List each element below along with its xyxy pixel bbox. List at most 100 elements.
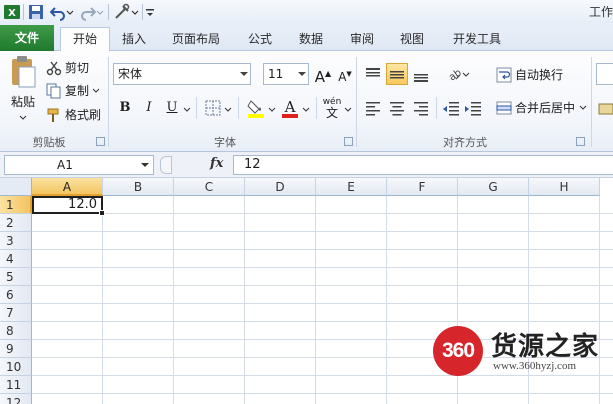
cell-a1[interactable]: 12.0 <box>32 196 103 214</box>
chevron-down-icon[interactable] <box>344 106 352 114</box>
row-header-12[interactable]: 12 <box>0 394 32 404</box>
tools-icon[interactable] <box>113 3 131 21</box>
chevron-down-icon[interactable] <box>462 71 470 79</box>
bold-button[interactable]: B <box>114 97 136 119</box>
row-header-2[interactable]: 2 <box>0 214 32 232</box>
save-icon[interactable] <box>28 3 44 21</box>
watermark-url: www.360hyzj.com <box>493 360 576 372</box>
underline-button[interactable]: U <box>161 97 183 119</box>
chevron-down-icon[interactable] <box>66 3 74 21</box>
grow-font-label: A <box>314 68 326 86</box>
column-header-f[interactable]: F <box>387 178 458 196</box>
row-header-8[interactable]: 8 <box>0 322 32 340</box>
increase-indent-icon[interactable] <box>464 101 482 117</box>
watermark: 360 货源之家 www.360hyzj.com <box>433 322 613 380</box>
row-header-4[interactable]: 4 <box>0 250 32 268</box>
column-header-a[interactable]: A <box>32 178 103 196</box>
column-header-d[interactable]: D <box>245 178 316 196</box>
phonetic-char-icon: 文 <box>325 106 338 120</box>
paste-label: 粘贴 <box>10 95 35 109</box>
format-painter-label: 格式刷 <box>65 108 102 122</box>
select-all-button[interactable] <box>0 178 32 196</box>
middle-align-button[interactable] <box>386 63 408 85</box>
grid-row-line <box>32 231 613 232</box>
copy-button[interactable]: 复制 <box>46 82 100 99</box>
grow-font-button[interactable]: A▲ <box>312 63 334 86</box>
row-header-5[interactable]: 5 <box>0 268 32 286</box>
grid-row-line <box>32 249 613 250</box>
chevron-down-icon[interactable] <box>96 3 104 21</box>
tab-page-layout[interactable]: 页面布局 <box>166 28 226 51</box>
svg-text:X: X <box>8 8 16 19</box>
divider <box>108 4 109 20</box>
font-color-icon[interactable]: A <box>281 98 299 118</box>
cut-button[interactable]: 剪切 <box>46 59 89 76</box>
merge-center-icon <box>496 101 512 114</box>
format-painter-button[interactable]: 格式刷 <box>46 106 101 123</box>
chevron-down-icon[interactable] <box>224 106 232 114</box>
tab-review[interactable]: 审阅 <box>344 28 380 51</box>
name-box[interactable]: A1 <box>4 155 154 175</box>
column-header-h[interactable]: H <box>529 178 600 196</box>
chevron-down-icon[interactable] <box>268 106 276 114</box>
number-format-combo[interactable] <box>596 63 613 85</box>
row-header-10[interactable]: 10 <box>0 358 32 376</box>
tab-data[interactable]: 数据 <box>292 28 330 51</box>
formula-input[interactable]: 12 <box>233 155 613 175</box>
tab-home[interactable]: 开始 <box>60 27 110 52</box>
insert-function-button[interactable]: fx <box>210 156 223 171</box>
redo-icon[interactable] <box>80 3 96 21</box>
row-header-7[interactable]: 7 <box>0 304 32 322</box>
chevron-down-icon[interactable] <box>302 106 310 114</box>
alignment-group-label: 对齐方式 <box>443 136 487 149</box>
row-header-6[interactable]: 6 <box>0 286 32 304</box>
row-header-1[interactable]: 1 <box>0 196 32 214</box>
wrap-text-button[interactable]: 自动换行 <box>496 66 563 83</box>
chevron-down-icon <box>240 72 248 76</box>
formula-bar-resize-handle[interactable] <box>160 156 172 174</box>
paste-button[interactable]: 粘贴 <box>6 55 40 131</box>
clipboard-dialog-launcher[interactable] <box>96 137 105 146</box>
italic-button[interactable]: I <box>138 97 160 119</box>
row-header-3[interactable]: 3 <box>0 232 32 250</box>
tab-file[interactable]: 文件 <box>0 25 54 51</box>
top-align-icon[interactable] <box>364 65 382 83</box>
alignment-dialog-launcher[interactable] <box>576 137 585 146</box>
column-header-b[interactable]: B <box>103 178 174 196</box>
divider <box>591 57 592 147</box>
align-right-icon[interactable] <box>412 101 430 117</box>
tab-formulas[interactable]: 公式 <box>242 28 278 51</box>
grid-row-line <box>32 213 613 214</box>
watermark-name: 货源之家 <box>491 332 600 362</box>
align-center-icon[interactable] <box>388 101 406 117</box>
font-name-combo[interactable]: 宋体 <box>113 63 251 85</box>
borders-icon[interactable] <box>205 100 221 116</box>
customize-toolbar-icon[interactable] <box>145 3 155 21</box>
row-header-11[interactable]: 11 <box>0 376 32 394</box>
column-header-c[interactable]: C <box>174 178 245 196</box>
merge-center-button[interactable]: 合并后居中 <box>496 99 587 116</box>
column-header-g[interactable]: G <box>458 178 529 196</box>
grid-column-line <box>315 196 316 404</box>
undo-icon[interactable] <box>50 3 66 21</box>
fill-color-icon[interactable] <box>247 98 265 118</box>
fill-handle[interactable] <box>99 210 105 216</box>
chevron-down-icon <box>92 88 100 93</box>
tab-developer[interactable]: 开发工具 <box>446 28 508 51</box>
phonetic-guide-button[interactable]: wén 文 <box>321 98 343 120</box>
column-header-e[interactable]: E <box>316 178 387 196</box>
font-name-value: 宋体 <box>118 67 143 81</box>
orientation-icon[interactable]: ab <box>444 65 462 83</box>
decrease-indent-icon[interactable] <box>442 101 460 117</box>
chevron-down-icon[interactable] <box>131 3 139 21</box>
tab-view[interactable]: 视图 <box>394 28 430 51</box>
font-size-combo[interactable]: 11 <box>263 63 309 85</box>
align-left-icon[interactable] <box>364 101 382 117</box>
font-dialog-launcher[interactable] <box>344 137 353 146</box>
currency-format-icon[interactable] <box>598 101 613 117</box>
row-header-9[interactable]: 9 <box>0 340 32 358</box>
shrink-font-button[interactable]: A▼ <box>334 63 356 85</box>
tab-insert[interactable]: 插入 <box>116 28 152 51</box>
bottom-align-icon[interactable] <box>412 65 430 83</box>
chevron-down-icon[interactable] <box>183 106 191 114</box>
